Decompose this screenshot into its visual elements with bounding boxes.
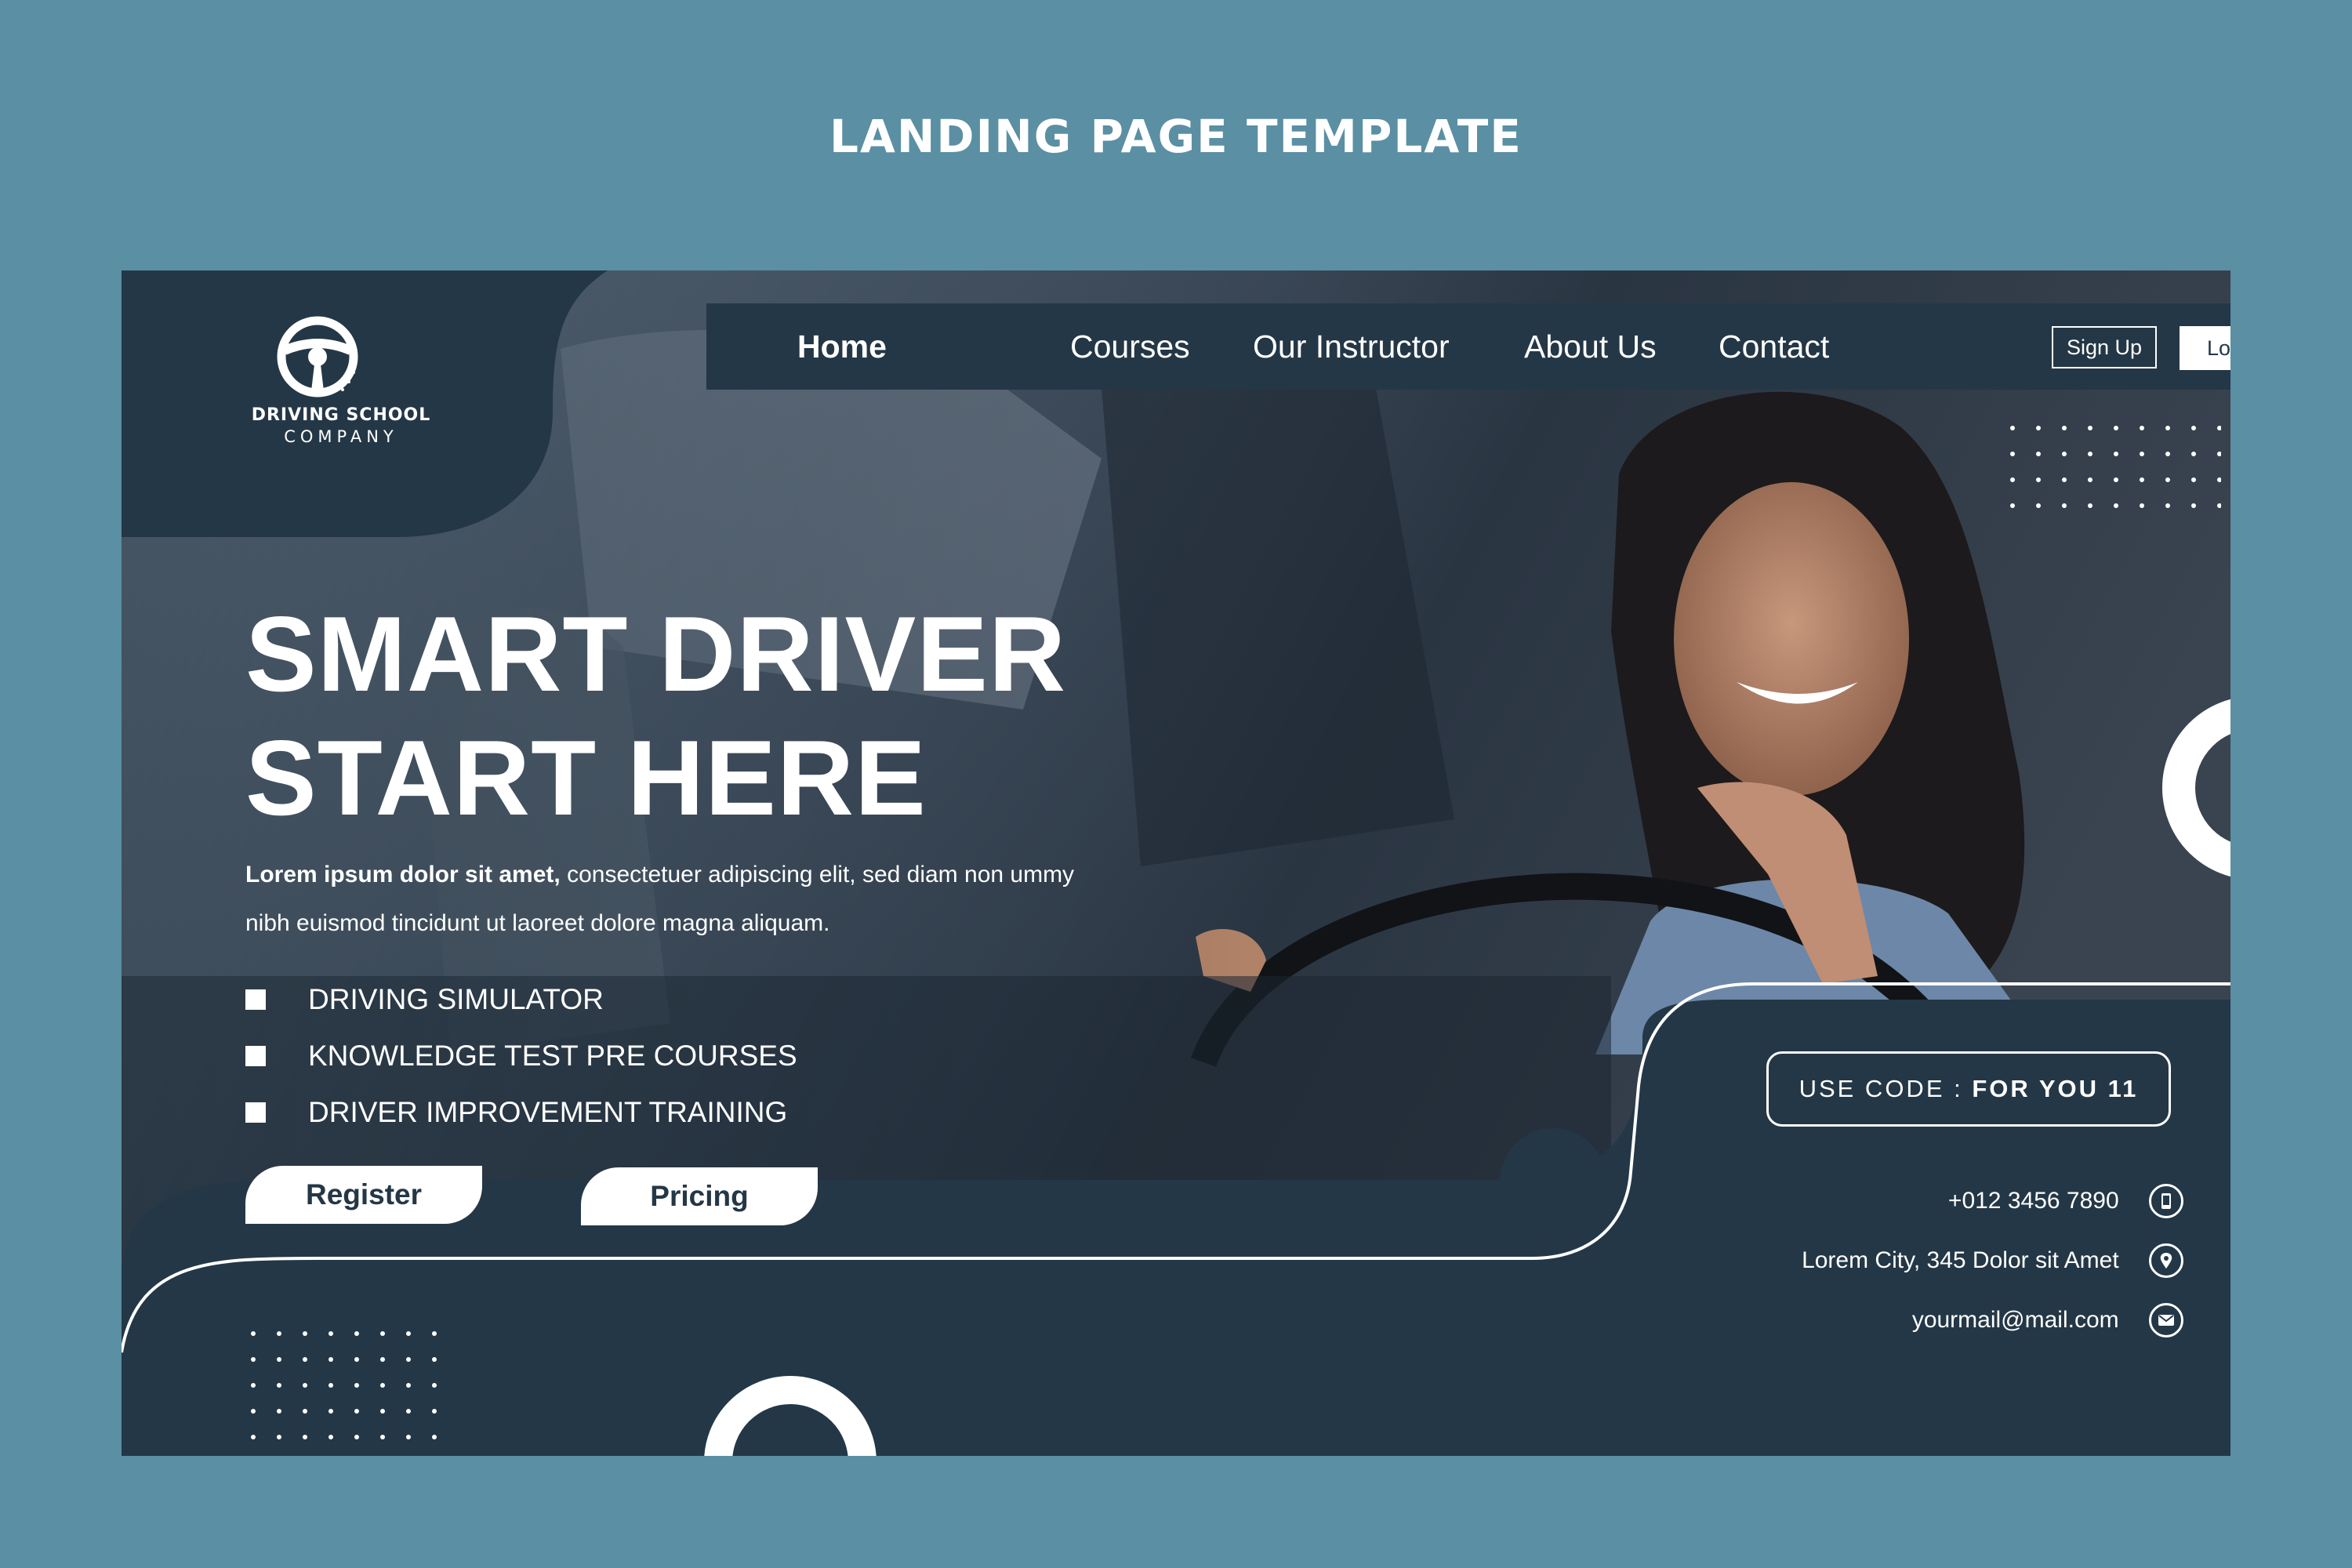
contact-email: yourmail@mail.com [1912, 1296, 2183, 1343]
feature-label: DRIVER IMPROVEMENT TRAINING [308, 1096, 788, 1128]
hero-intro-lead: Lorem ipsum dolor sit amet, [245, 862, 561, 887]
promo-code: FOR YOU 11 [1972, 1075, 2139, 1102]
contact-phone: +012 3456 7890 [1948, 1177, 2183, 1224]
feature-label: KNOWLEDGE TEST PRE COURSES [308, 1040, 797, 1072]
logo-title: DRIVING SCHOOL [251, 405, 431, 425]
nav-item-about-us[interactable]: About Us [1524, 303, 1657, 390]
contact-address: Lorem City, 345 Dolor sit Amet [1802, 1236, 2183, 1283]
nav-item-contact[interactable]: Contact [1719, 303, 1829, 390]
mail-icon [2149, 1303, 2183, 1338]
nav-item-our-instructor[interactable]: Our Instructor [1253, 303, 1450, 390]
email-address[interactable]: yourmail@mail.com [1912, 1297, 2119, 1344]
nav-bar: Home Courses Our Instructor About Us Con… [706, 303, 2230, 390]
bullet-square-icon [245, 989, 266, 1010]
nav-item-courses[interactable]: Courses [1070, 303, 1190, 390]
sign-up-button[interactable]: Sign Up [2052, 326, 2157, 368]
phone-icon [2149, 1184, 2183, 1219]
hero-headline: SMART DRIVER START HERE [245, 592, 1066, 840]
bullet-square-icon [245, 1046, 266, 1066]
promo-code-badge: USE CODE : FOR YOU 11 [1766, 1051, 2171, 1127]
logo-subtitle: COMPANY [284, 427, 398, 446]
feature-label: DRIVING SIMULATOR [308, 983, 604, 1015]
nav-item-home[interactable]: Home [797, 303, 887, 390]
page-title: LANDING PAGE TEMPLATE [829, 110, 1523, 163]
phone-number: +012 3456 7890 [1947, 1188, 2119, 1214]
steering-wheel-icon [277, 316, 358, 397]
landing-page-frame: DRIVING SCHOOL COMPANY Home Courses Our … [122, 270, 2230, 1456]
address-text: Lorem City, 345 Dolor sit Amet [1802, 1247, 2119, 1274]
map-pin-icon [2149, 1243, 2183, 1279]
promo-prefix: USE CODE : [1798, 1075, 1973, 1102]
hero-headline-line2: START HERE [245, 718, 927, 837]
bullet-square-icon [245, 1102, 266, 1123]
register-button[interactable]: Register [245, 1166, 482, 1224]
hero-intro: Lorem ipsum dolor sit amet, consectetuer… [245, 851, 1123, 948]
logo[interactable]: DRIVING SCHOOL COMPANY [122, 270, 561, 537]
login-button[interactable]: Login [2180, 326, 2230, 370]
hero-headline-line1: SMART DRIVER [245, 594, 1067, 713]
pricing-button[interactable]: Pricing [581, 1167, 818, 1225]
